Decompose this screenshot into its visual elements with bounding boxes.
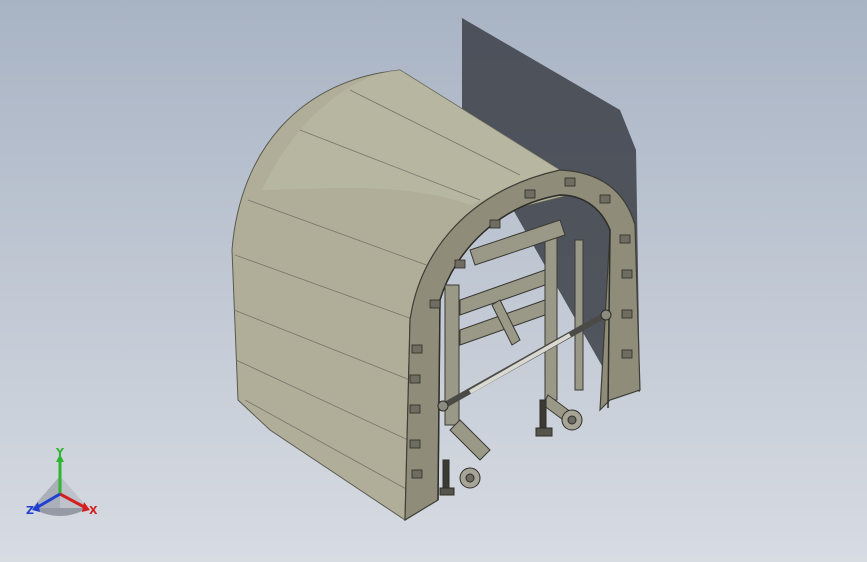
view-orientation-triad[interactable]: Y X Z [22, 446, 112, 526]
hydraulic-strut [437, 309, 612, 412]
x-axis-label: X [89, 504, 98, 517]
y-axis-label: Y [56, 446, 64, 459]
graphics-viewport[interactable]: Y X Z [0, 0, 867, 562]
z-axis-label: Z [26, 504, 34, 517]
triad-graphic [32, 454, 90, 516]
tunnel-formwork-model[interactable] [0, 0, 867, 562]
